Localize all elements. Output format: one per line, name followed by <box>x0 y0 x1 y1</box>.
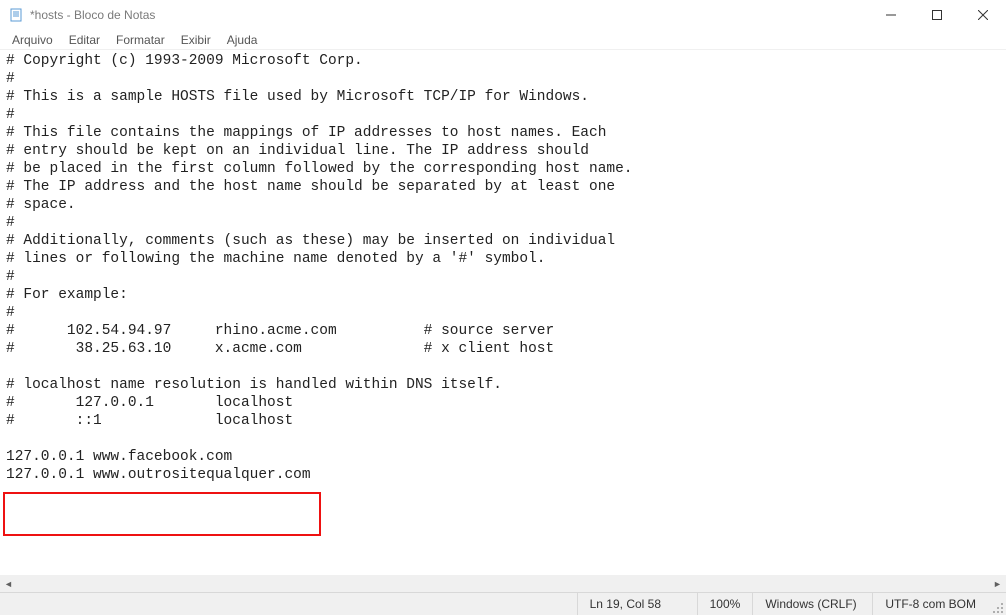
menu-editar[interactable]: Editar <box>61 31 108 49</box>
window-controls <box>868 0 1006 30</box>
resize-grip-icon[interactable] <box>988 593 1006 616</box>
editor-area: # Copyright (c) 1993-2009 Microsoft Corp… <box>0 50 1006 592</box>
menu-ajuda[interactable]: Ajuda <box>219 31 266 49</box>
titlebar: *hosts - Bloco de Notas <box>0 0 1006 30</box>
menu-formatar[interactable]: Formatar <box>108 31 173 49</box>
window-title: *hosts - Bloco de Notas <box>30 8 155 22</box>
status-encoding: UTF-8 com BOM <box>872 593 988 615</box>
text-editor[interactable]: # Copyright (c) 1993-2009 Microsoft Corp… <box>0 50 1006 575</box>
menubar: Arquivo Editar Formatar Exibir Ajuda <box>0 30 1006 50</box>
scroll-track[interactable] <box>17 575 989 592</box>
menu-exibir[interactable]: Exibir <box>173 31 219 49</box>
status-cursor-position: Ln 19, Col 58 <box>577 593 697 615</box>
statusbar: Ln 19, Col 58 100% Windows (CRLF) UTF-8 … <box>0 592 1006 615</box>
close-button[interactable] <box>960 0 1006 30</box>
menu-arquivo[interactable]: Arquivo <box>4 31 61 49</box>
scroll-left-arrow-icon[interactable]: ◄ <box>0 575 17 592</box>
maximize-button[interactable] <box>914 0 960 30</box>
minimize-button[interactable] <box>868 0 914 30</box>
scroll-right-arrow-icon[interactable]: ► <box>989 575 1006 592</box>
status-zoom: 100% <box>697 593 753 615</box>
notepad-icon <box>8 7 24 23</box>
status-line-ending: Windows (CRLF) <box>752 593 872 615</box>
horizontal-scrollbar[interactable]: ◄ ► <box>0 575 1006 592</box>
